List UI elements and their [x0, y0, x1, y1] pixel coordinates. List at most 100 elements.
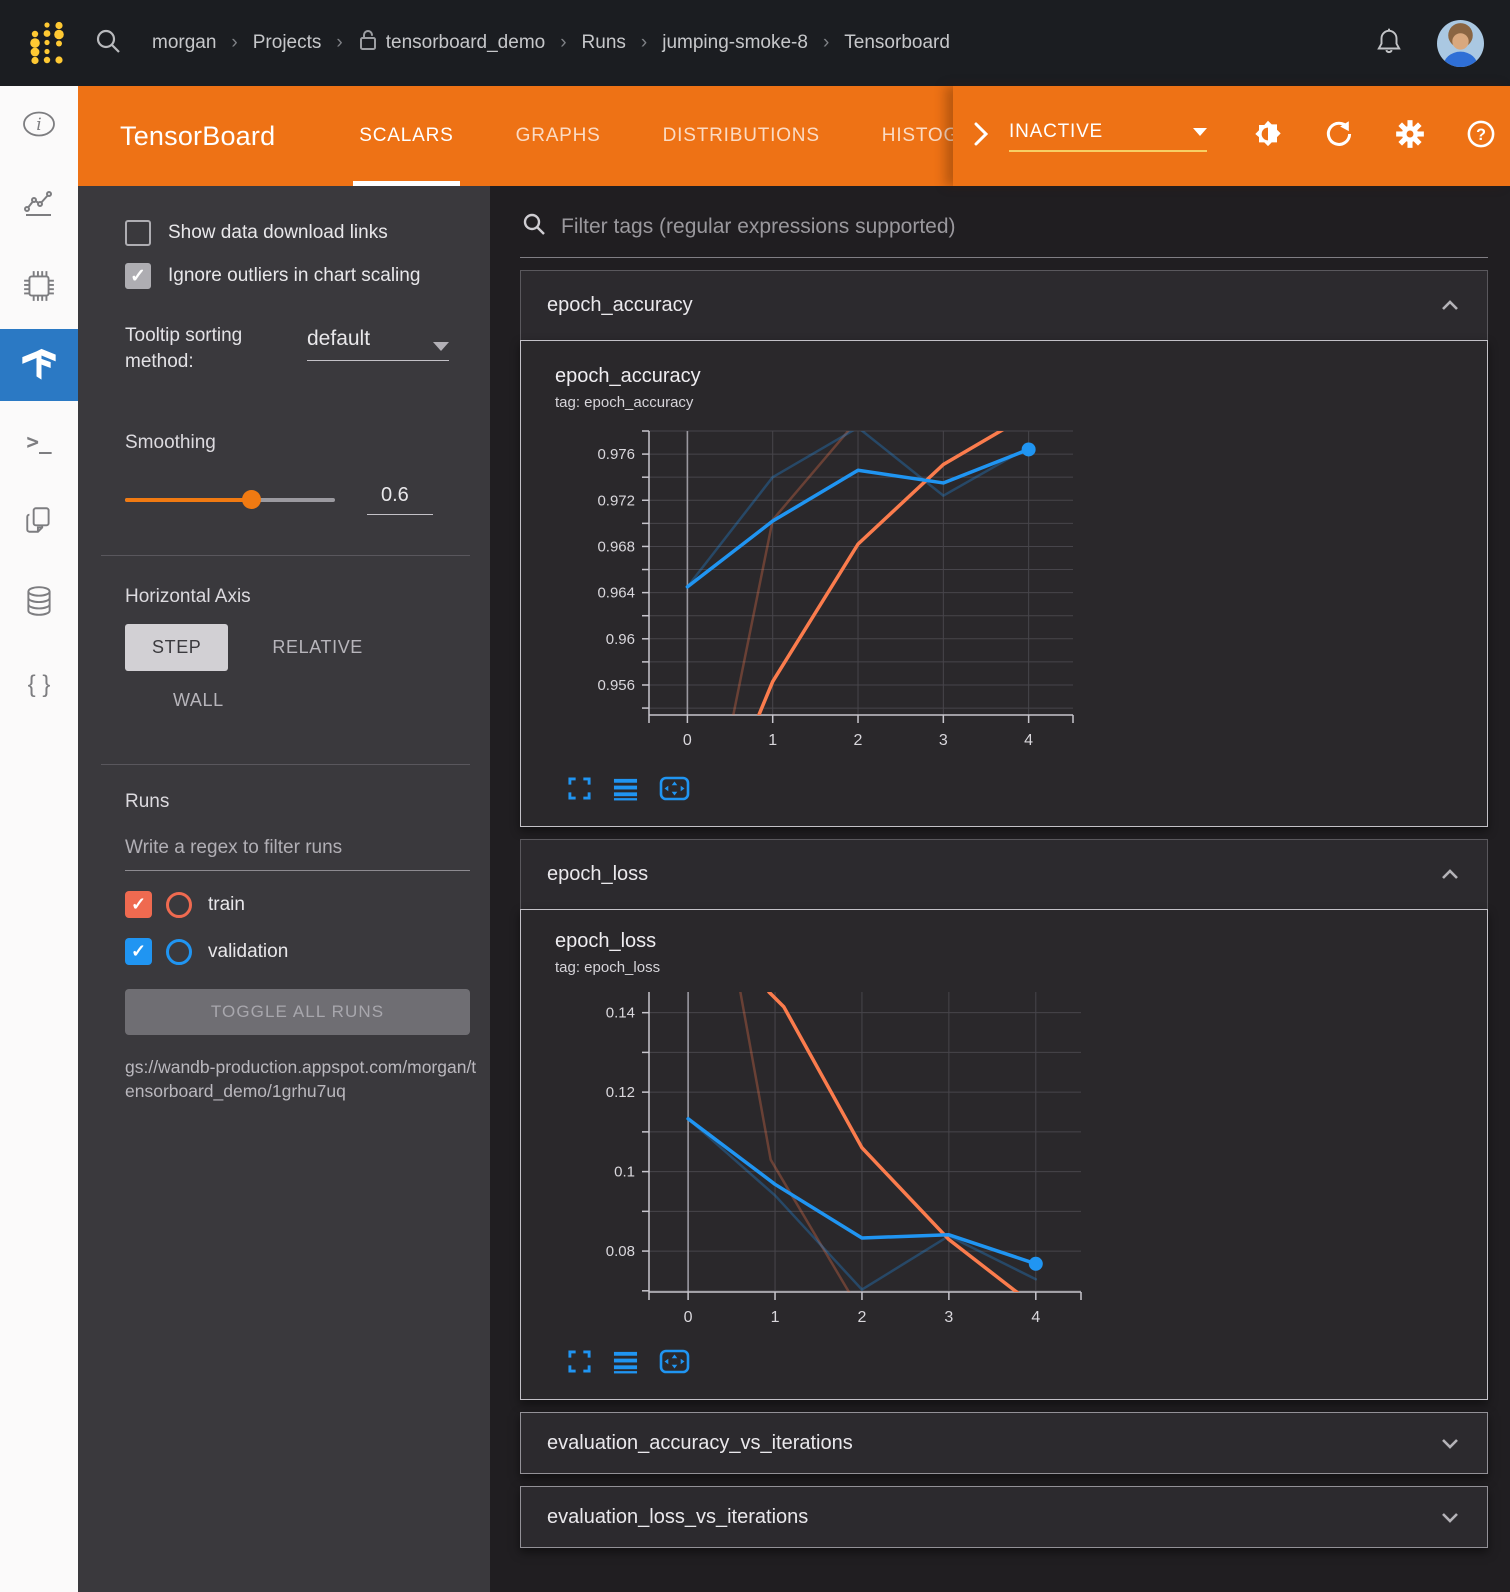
section-title: epoch_accuracy — [547, 294, 693, 317]
run-color-ring-train[interactable] — [166, 892, 192, 918]
epoch-loss-chart[interactable]: 0.080.10.120.1401234 — [569, 984, 1487, 1341]
divider — [101, 764, 470, 765]
divider — [101, 555, 470, 556]
sidebar-item-charts[interactable] — [0, 167, 78, 248]
bell-icon[interactable] — [1375, 26, 1403, 61]
run-checkbox-train[interactable]: ✓ — [125, 891, 152, 918]
smoothing-label: Smoothing — [125, 432, 472, 454]
runs-selector-icon[interactable] — [613, 776, 638, 806]
fit-domain-icon[interactable] — [659, 776, 690, 806]
run-row-train: ✓ train — [125, 891, 472, 918]
toggle-all-runs-button[interactable]: TOGGLE ALL RUNS — [125, 989, 470, 1035]
axis-step-button[interactable]: STEP — [125, 624, 228, 671]
breadcrumb-item-tensorboard[interactable]: Tensorboard — [844, 32, 950, 54]
section-header-evaluation-loss[interactable]: evaluation_loss_vs_iterations — [520, 1486, 1488, 1548]
help-icon[interactable]: ? — [1466, 119, 1496, 154]
expand-chart-icon[interactable] — [567, 1349, 592, 1379]
tensorboard-status-panel: INACTIVE — [953, 86, 1510, 186]
search-icon[interactable] — [94, 27, 122, 60]
wandb-sidebar: i — [0, 86, 78, 1592]
sidebar-item-tensorboard[interactable] — [0, 329, 78, 401]
tensorboard-tabs: SCALARS GRAPHS DISTRIBUTIONS HISTOGRAMS — [353, 86, 1023, 186]
tensorflow-icon — [19, 343, 59, 388]
svg-text:3: 3 — [944, 1309, 953, 1326]
breadcrumb-item-runs[interactable]: Runs — [582, 32, 626, 54]
tab-graphs[interactable]: GRAPHS — [510, 86, 607, 186]
run-status-select[interactable]: INACTIVE — [1009, 121, 1207, 152]
sidebar-item-files[interactable] — [0, 482, 78, 563]
filter-tags-input[interactable] — [561, 215, 1486, 239]
wandb-logo[interactable] — [26, 17, 68, 70]
svg-text:0.96: 0.96 — [606, 631, 635, 648]
section-header-epoch-loss[interactable]: epoch_loss — [520, 839, 1488, 909]
smoothing-slider-thumb[interactable] — [242, 490, 261, 509]
braces-icon: { } — [28, 671, 51, 699]
info-icon: i — [22, 110, 56, 143]
run-checkbox-validation[interactable]: ✓ — [125, 938, 152, 965]
lock-icon — [358, 28, 378, 58]
section-title: evaluation_loss_vs_iterations — [547, 1506, 808, 1529]
svg-text:1: 1 — [771, 1309, 780, 1326]
section-epoch-accuracy: epoch_accuracy epoch_accuracy tag: epoch… — [520, 270, 1488, 827]
expand-chart-icon[interactable] — [567, 776, 592, 806]
runs-regex-field[interactable] — [125, 837, 470, 871]
svg-text:0.968: 0.968 — [597, 538, 635, 555]
checkbox-checked[interactable]: ✓ — [125, 263, 151, 289]
section-epoch-loss: epoch_loss epoch_loss tag: epoch_loss 0.… — [520, 839, 1488, 1400]
sidebar-item-artifacts[interactable] — [0, 563, 78, 644]
sidebar-item-config[interactable]: { } — [0, 644, 78, 725]
breadcrumb-item-run[interactable]: jumping-smoke-8 — [662, 32, 808, 54]
tab-scalars[interactable]: SCALARS — [353, 86, 459, 186]
breadcrumb-item-user[interactable]: morgan — [152, 32, 216, 54]
contrast-icon[interactable] — [1253, 119, 1283, 154]
runs-regex-input[interactable] — [125, 837, 470, 859]
svg-text:1: 1 — [768, 732, 777, 749]
avatar[interactable] — [1437, 20, 1484, 67]
chevron-down-icon — [1193, 128, 1207, 136]
tooltip-sorting-label: Tooltip sorting method: — [125, 323, 307, 374]
filter-tags-field[interactable] — [520, 200, 1488, 258]
chevron-up-icon[interactable] — [1441, 863, 1459, 886]
chevron-down-icon[interactable] — [1441, 1506, 1459, 1529]
chart-title: epoch_accuracy — [555, 365, 1487, 388]
tooltip-sorting-select[interactable]: default — [307, 327, 449, 361]
chevron-right-icon[interactable] — [971, 121, 991, 152]
section-header-epoch-accuracy[interactable]: epoch_accuracy — [520, 270, 1488, 340]
smoothing-value[interactable]: 0.6 — [367, 484, 433, 515]
run-name-validation: validation — [208, 941, 288, 963]
smoothing-slider[interactable] — [125, 498, 335, 502]
sidebar-item-overview[interactable]: i — [0, 86, 78, 167]
show-download-links-row[interactable]: Show data download links — [125, 220, 472, 246]
chevron-down-icon[interactable] — [1441, 1432, 1459, 1455]
tab-distributions[interactable]: DISTRIBUTIONS — [657, 86, 826, 186]
sidebar-item-system[interactable] — [0, 248, 78, 329]
svg-text:i: i — [36, 115, 41, 135]
section-title: evaluation_accuracy_vs_iterations — [547, 1432, 853, 1455]
chevron-up-icon[interactable] — [1441, 294, 1459, 317]
svg-text:0.1: 0.1 — [614, 1164, 635, 1181]
chart-toolbar — [567, 1349, 1487, 1379]
axis-relative-button[interactable]: RELATIVE — [252, 624, 383, 671]
files-icon — [23, 504, 55, 541]
fit-domain-icon[interactable] — [659, 1349, 690, 1379]
chart-card-epoch-loss: epoch_loss tag: epoch_loss 0.080.10.120.… — [520, 909, 1488, 1400]
top-navbar: morgan › Projects › tensorboard_demo › R… — [0, 0, 1510, 86]
refresh-icon[interactable] — [1324, 119, 1354, 154]
epoch-accuracy-chart[interactable]: 0.9560.960.9640.9680.9720.97601234 — [569, 423, 1487, 764]
runs-selector-icon[interactable] — [613, 1349, 638, 1379]
terminal-icon: >_ — [26, 430, 51, 454]
gear-icon[interactable] — [1395, 119, 1425, 154]
axis-wall-button[interactable]: WALL — [153, 677, 244, 724]
show-download-links-label: Show data download links — [168, 222, 388, 244]
sidebar-item-logs[interactable]: >_ — [0, 401, 78, 482]
svg-text:0.12: 0.12 — [606, 1084, 635, 1101]
horizontal-axis-label: Horizontal Axis — [125, 586, 472, 608]
section-header-evaluation-accuracy[interactable]: evaluation_accuracy_vs_iterations — [520, 1412, 1488, 1474]
ignore-outliers-row[interactable]: ✓ Ignore outliers in chart scaling — [125, 263, 472, 289]
breadcrumb-item-projects[interactable]: Projects — [253, 32, 322, 54]
breadcrumb-item-project[interactable]: tensorboard_demo — [358, 28, 546, 58]
run-color-ring-validation[interactable] — [166, 939, 192, 965]
ignore-outliers-label: Ignore outliers in chart scaling — [168, 265, 420, 287]
svg-text:0.964: 0.964 — [597, 585, 635, 602]
checkbox-unchecked[interactable] — [125, 220, 151, 246]
